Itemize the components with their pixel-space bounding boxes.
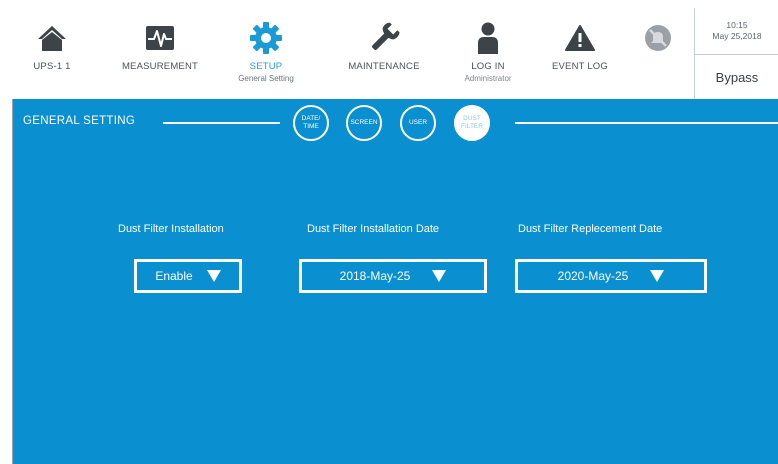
nav-item-event-log[interactable]: EVENT LOG [542, 8, 618, 99]
nav-item-ups[interactable]: UPS-1 1 [28, 8, 76, 99]
home-icon [32, 20, 72, 56]
user-icon [468, 20, 508, 56]
waveform-icon [140, 20, 180, 56]
clock-display: 10:15 May 25,2018 [694, 8, 778, 55]
title-rule-right [515, 122, 778, 124]
tab-date-time-line1: DATE/ [301, 115, 321, 122]
nav-item-measurement[interactable]: MEASUREMENT [110, 8, 210, 99]
tab-dust-filter-line1: DUST [463, 115, 481, 122]
nav-item-mute[interactable] [636, 8, 680, 99]
section-title: GENERAL SETTING [23, 115, 136, 127]
tab-user[interactable]: USER [400, 105, 436, 141]
dust-filter-replacement-date-select[interactable]: 2020-May-25 [515, 259, 707, 293]
dust-filter-installation-date-select[interactable]: 2018-May-25 [299, 259, 487, 293]
nav-label-measurement: MEASUREMENT [121, 61, 199, 72]
wrench-icon [364, 20, 404, 56]
top-nav: UPS-1 1 MEASUREMENT SETUP General Settin… [12, 8, 778, 99]
nav-label-setup: SETUP [249, 61, 283, 72]
ups-mode-status: Bypass [694, 55, 778, 99]
dust-filter-replacement-date-label: Dust Filter Replecement Date [518, 223, 663, 235]
nav-label-event-log: EVENT LOG [551, 61, 608, 72]
tab-screen[interactable]: SCREEN [346, 105, 382, 141]
dust-filter-installation-select[interactable]: Enable [134, 259, 242, 293]
nav-sub-setup: General Setting [238, 74, 294, 83]
gear-icon [246, 20, 286, 56]
dropdown-arrow-icon [206, 270, 221, 282]
tab-date-time[interactable]: DATE/TIME [293, 105, 329, 141]
mute-icon [638, 20, 678, 56]
general-setting-panel: GENERAL SETTING DATE/TIME SCREEN USER DU… [13, 99, 778, 464]
clock-date: May 25,2018 [712, 31, 762, 41]
dust-filter-replacement-date-value: 2020-May-25 [557, 269, 629, 283]
dust-filter-installation-value: Enable [155, 269, 193, 283]
nav-sub-login: Administrator [464, 74, 512, 83]
nav-item-setup[interactable]: SETUP General Setting [222, 8, 310, 99]
nav-label-ups: UPS-1 1 [33, 61, 71, 72]
warning-icon [560, 20, 600, 56]
tab-screen-label: SCREEN [350, 119, 378, 126]
dropdown-arrow-icon [650, 270, 665, 282]
title-rule-left [163, 122, 280, 124]
nav-label-maintenance: MAINTENANCE [348, 61, 420, 72]
tab-date-time-line2: TIME [303, 123, 319, 130]
nav-label-login: LOG IN [471, 61, 505, 72]
nav-item-login[interactable]: LOG IN Administrator [448, 8, 528, 99]
dust-filter-installation-label: Dust Filter Installation [118, 223, 224, 235]
tab-user-label: USER [408, 119, 428, 126]
tab-dust-filter-line2: FILTER [461, 123, 483, 130]
dust-filter-installation-date-value: 2018-May-25 [339, 269, 411, 283]
nav-item-maintenance[interactable]: MAINTENANCE [336, 8, 432, 99]
tab-dust-filter[interactable]: DUST FILTER [454, 105, 490, 141]
dropdown-arrow-icon [432, 270, 447, 282]
clock-time: 10:15 [726, 20, 748, 30]
dust-filter-installation-date-label: Dust Filter Installation Date [307, 223, 440, 235]
